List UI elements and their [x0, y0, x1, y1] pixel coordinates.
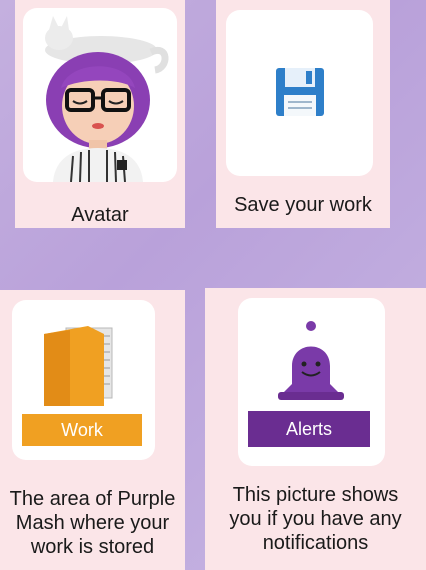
work-card: Work The area of Purple Mash where your … [0, 290, 185, 570]
avatar-tile [23, 8, 177, 183]
avatar-icon [45, 16, 169, 183]
work-tile: Work [12, 300, 155, 460]
floppy-disk-icon [276, 68, 324, 116]
alerts-label: Alerts [248, 411, 370, 447]
alerts-caption-line-3: notifications [262, 532, 369, 554]
work-label: Work [22, 414, 142, 446]
save-caption: Save your work [234, 194, 372, 216]
avatar-caption: Avatar [71, 204, 129, 226]
work-caption-line-1: The area of Purple [9, 488, 176, 510]
alerts-card: Alerts This picture shows you if you hav… [205, 288, 426, 570]
work-caption-line-2: Mash where your [15, 512, 170, 534]
save-card: Save your work [216, 0, 390, 228]
work-caption-line-3: work is stored [30, 536, 155, 558]
avatar-card: Avatar [15, 0, 185, 228]
alerts-caption-line-1: This picture shows [232, 484, 399, 506]
alerts-caption-line-2: you if you have any [229, 508, 402, 530]
alerts-tile: Alerts [238, 298, 385, 466]
save-tile [226, 10, 373, 176]
